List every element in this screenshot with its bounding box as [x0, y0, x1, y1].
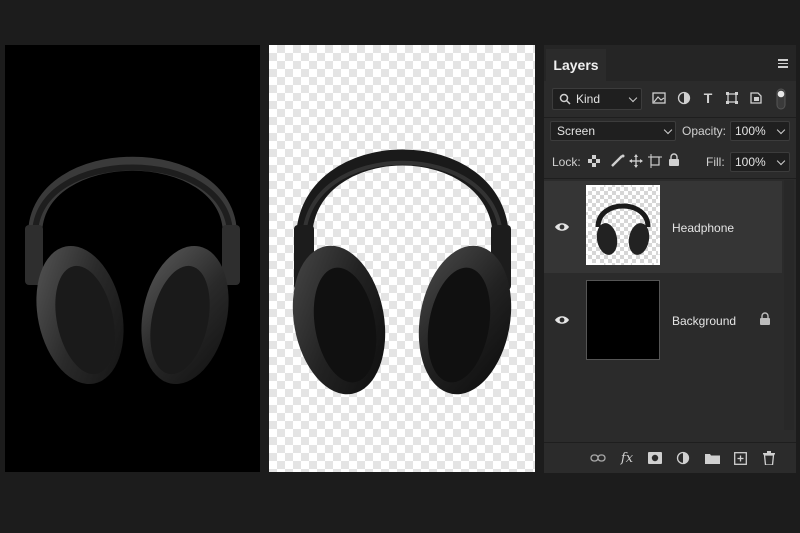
lock-artboard-icon[interactable] [648, 154, 662, 168]
filter-kind-label: Kind [576, 92, 601, 106]
lock-image-pixels-icon[interactable] [610, 154, 626, 168]
fx-icon[interactable]: fx [619, 450, 635, 466]
fill-label: Fill: [706, 155, 725, 169]
lock-label: Lock: [552, 155, 581, 169]
adjustment-icon[interactable] [675, 450, 691, 466]
canvas-transparent-preview [269, 45, 535, 472]
panel-header: Layers [544, 45, 796, 81]
visibility-eye-icon[interactable] [554, 221, 570, 233]
fill-value: 100% [735, 155, 766, 169]
layer-row-headphone[interactable]: Headphone [544, 181, 782, 273]
chevron-down-icon [776, 156, 786, 166]
opacity-value: 100% [735, 124, 766, 138]
filter-type-icon[interactable]: T [701, 90, 715, 106]
canvas-original [5, 45, 260, 472]
divider [544, 178, 796, 179]
filter-adjustment-icon[interactable] [677, 91, 691, 105]
chevron-down-icon [776, 125, 786, 135]
lock-transparent-pixels-icon[interactable] [588, 155, 600, 167]
panel-footer: fx [544, 442, 796, 473]
layers-scrollbar[interactable] [784, 180, 794, 430]
chevron-down-icon [628, 93, 638, 103]
divider [544, 117, 796, 118]
lock-position-icon[interactable] [629, 154, 643, 168]
headphones-thumbnail-image [595, 203, 651, 255]
filter-kind-select[interactable]: Kind [552, 88, 642, 110]
panel-menu-icon[interactable] [778, 59, 788, 70]
layer-thumbnail-headphone [586, 185, 660, 265]
opacity-field[interactable]: 100% [730, 121, 790, 141]
lock-icon [760, 312, 770, 325]
tab-layers[interactable]: Layers [546, 49, 606, 81]
layers-panel: Layers Kind T Screen Opacity: 100% Lock: [544, 45, 796, 473]
blend-mode-select[interactable]: Screen [550, 121, 676, 141]
headphones-cutout-image [292, 149, 512, 395]
layer-row-background[interactable]: Background [544, 274, 782, 366]
lock-all-icon[interactable] [668, 153, 680, 167]
chevron-down-icon [663, 125, 673, 135]
visibility-eye-icon[interactable] [554, 314, 570, 326]
link-icon[interactable] [590, 450, 606, 466]
headphones-image [25, 156, 240, 385]
layer-name: Headphone [672, 221, 735, 235]
layer-name: Background [672, 314, 737, 328]
opacity-label: Opacity: [682, 124, 727, 138]
new-layer-icon[interactable] [732, 450, 748, 466]
layer-thumbnail-background [586, 280, 660, 360]
folder-icon[interactable] [704, 450, 720, 466]
fill-field[interactable]: 100% [730, 152, 790, 172]
mask-icon[interactable] [647, 450, 663, 466]
filter-shape-icon[interactable] [725, 91, 739, 105]
search-icon [559, 93, 571, 105]
trash-icon[interactable] [761, 450, 777, 466]
filter-smart-object-icon[interactable] [749, 91, 763, 105]
blend-mode-value: Screen [557, 124, 596, 138]
filter-toggle-switch[interactable] [776, 88, 786, 110]
filter-pixel-icon[interactable] [652, 91, 666, 105]
